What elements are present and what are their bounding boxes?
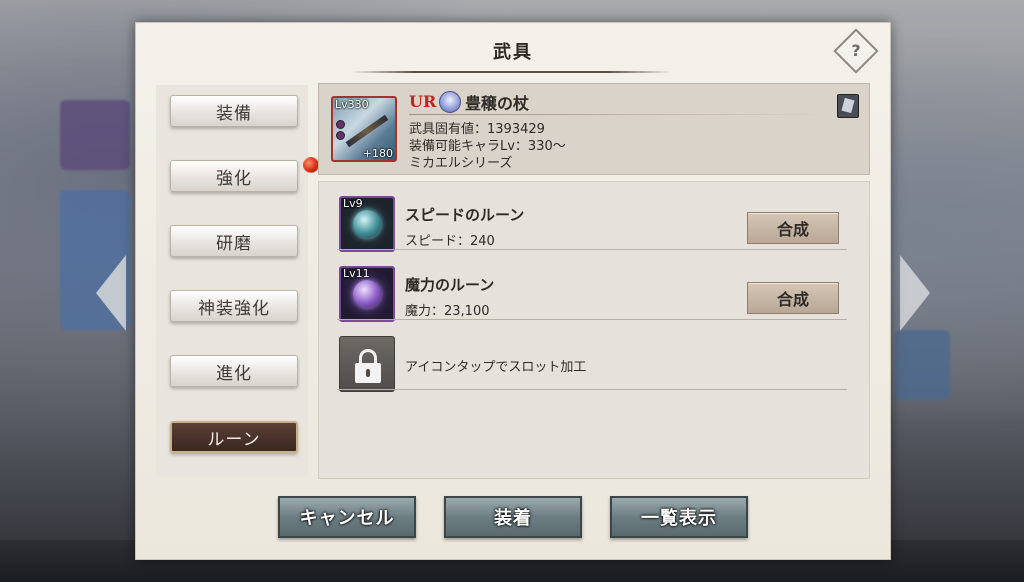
rune-row: Lv9 スピードのルーン スピード：240 合成	[319, 182, 871, 252]
rune-orb	[353, 280, 381, 308]
tab-rune[interactable]: ルーン	[170, 421, 298, 453]
row-divider	[337, 249, 847, 250]
side-tabs: 装備 強化 研磨 神装強化 進化 ルーン	[156, 85, 319, 477]
element-icon	[439, 91, 461, 113]
rune-name: 魔力のルーン	[405, 276, 495, 294]
lock-icon[interactable]	[339, 336, 395, 392]
weapon-icon[interactable]: Lv330 +180	[331, 96, 397, 162]
card-icon[interactable]	[837, 94, 859, 118]
list-view-button[interactable]: 一覧表示	[610, 496, 748, 538]
rarity-badge: UR	[409, 92, 437, 111]
row-divider	[337, 319, 847, 320]
row-divider	[337, 389, 847, 390]
dialog-title: 武具	[493, 42, 533, 63]
weapon-plus: +180	[362, 147, 393, 160]
cancel-button[interactable]: キャンセル	[278, 496, 416, 538]
help-button[interactable]: ?	[833, 28, 879, 74]
weapon-name: 豊穣の杖	[465, 94, 530, 113]
background-card	[895, 330, 950, 400]
weapon-dialog: 武具 ? 装備 強化 研磨 神装強化 進化 ルーン Lv330 +180 UR …	[135, 22, 891, 560]
tab-divine-enhance[interactable]: 神装強化	[170, 290, 298, 322]
title-divider	[351, 71, 671, 73]
equip-button[interactable]: 装着	[444, 496, 582, 538]
rune-row: Lv11 魔力のルーン 魔力：23,100 合成	[319, 252, 871, 322]
weapon-level: Lv330	[335, 98, 369, 111]
locked-slot-row: アイコンタップでスロット加工	[319, 322, 871, 392]
rune-orb	[353, 210, 381, 238]
rune-list: Lv9 スピードのルーン スピード：240 合成 Lv11 魔力のルーン 魔力：…	[318, 181, 870, 479]
rune-name: スピードのルーン	[405, 206, 525, 224]
tab-polish[interactable]: 研磨	[170, 225, 298, 257]
rune-level: Lv9	[343, 197, 363, 210]
speed-rune-icon[interactable]: Lv9	[339, 196, 395, 252]
synthesize-button[interactable]: 合成	[747, 282, 839, 314]
weapon-info-panel: Lv330 +180 UR 豊穣の杖 武具固有値：1393429 装備可能キャラ…	[318, 83, 870, 175]
background-card	[60, 100, 130, 170]
rune-stat: 魔力：23,100	[405, 304, 490, 319]
weapon-series: ミカエルシリーズ	[409, 156, 513, 171]
question-icon: ?	[851, 41, 861, 60]
prev-arrow-icon[interactable]	[96, 255, 126, 331]
next-arrow-icon[interactable]	[900, 255, 930, 331]
name-divider	[409, 114, 829, 115]
gem-slots	[336, 120, 345, 140]
synthesize-button[interactable]: 合成	[747, 212, 839, 244]
tab-equip[interactable]: 装備	[170, 95, 298, 127]
locked-slot-text: アイコンタップでスロット加工	[405, 360, 587, 375]
tab-enhance[interactable]: 強化	[170, 157, 319, 192]
notification-badge	[303, 157, 319, 173]
tab-label: 強化	[216, 168, 252, 189]
rune-stat: スピード：240	[405, 234, 495, 249]
magic-rune-icon[interactable]: Lv11	[339, 266, 395, 322]
staff-icon	[345, 114, 389, 148]
tab-evolve[interactable]: 進化	[170, 355, 298, 387]
rune-level: Lv11	[343, 267, 370, 280]
